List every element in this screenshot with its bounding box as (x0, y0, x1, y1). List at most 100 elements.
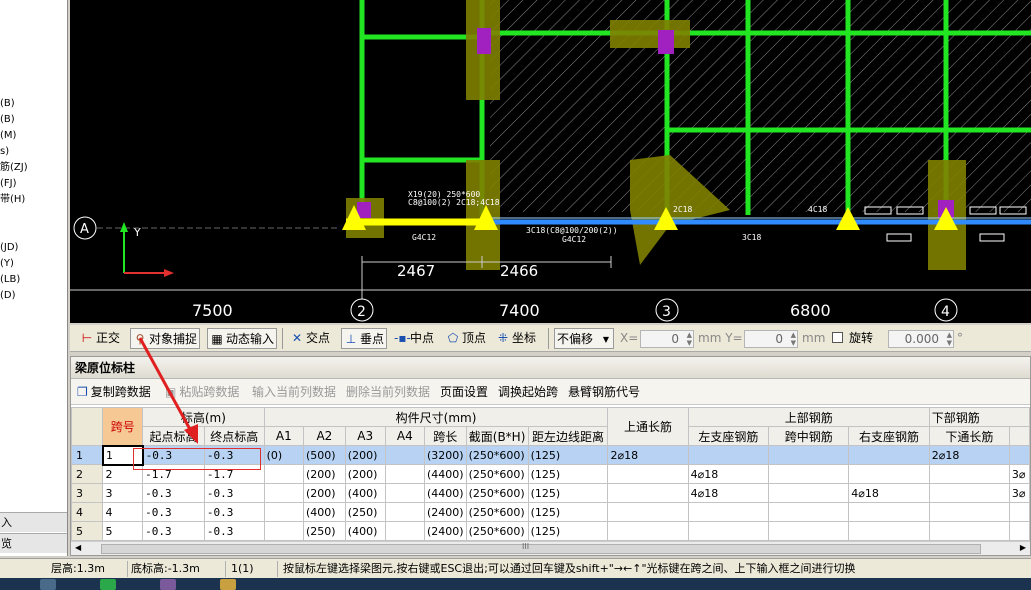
cell-section[interactable]: (250*600) (465, 445, 529, 465)
span-data-grid[interactable]: 跨号 标高(m) 构件尺寸(mm) 上通长筋 上部钢筋 下部钢筋 起点标高 终点… (71, 407, 1030, 541)
cell-top-through[interactable]: 2⌀18 (607, 445, 689, 465)
cell-right-support[interactable] (848, 445, 930, 465)
table-row[interactable]: 4 4 -0.3 -0.3 (400) (250) (2400) (250*60… (71, 502, 1030, 522)
cell-a3[interactable]: (400) (344, 521, 386, 541)
cell-bottom-through[interactable]: 2⌀18 (928, 445, 1010, 465)
cad-drawing-view[interactable]: X19(20) 250*600 C8@100(2) 2C18;4C18 G4C1… (70, 0, 1031, 323)
cell-span[interactable]: 1 (101, 444, 144, 466)
cell-length[interactable]: (3200) (424, 445, 467, 465)
cell-span[interactable]: 4 (102, 502, 144, 522)
cell-extra[interactable]: 3⌀ (1008, 483, 1030, 503)
ortho-button[interactable]: ⊢ 正交 (78, 328, 122, 349)
cell-left-support[interactable] (687, 521, 770, 541)
rotate-checkbox[interactable]: 旋转 (830, 328, 875, 349)
cell-top-through[interactable] (607, 521, 689, 541)
cell-a3[interactable]: (400) (344, 483, 386, 503)
cell-right-support[interactable] (848, 502, 930, 522)
left-item[interactable]: (FJ) (0, 178, 17, 190)
cell-section[interactable]: (250*600) (465, 464, 529, 484)
taskbar-app-icon[interactable] (160, 579, 176, 590)
cell-extra[interactable] (1008, 445, 1030, 465)
y-input[interactable]: 0 ▲ ▼ (744, 330, 798, 348)
table-row[interactable]: 1 1 -0.3 -0.3 (0) (500) (200) (3200) (25… (71, 444, 1030, 466)
x-input[interactable]: 0 ▲ ▼ (640, 330, 694, 348)
midpoint-button[interactable]: -▪-中点 (392, 328, 436, 349)
taskbar-app-icon[interactable] (220, 579, 236, 590)
cell-a1[interactable] (263, 483, 305, 503)
input-column-button[interactable]: 输入当前列数据 (252, 383, 336, 401)
paste-span-button[interactable]: ▣ 粘贴跨数据 (165, 383, 239, 401)
cell-a2[interactable]: (500) (303, 445, 346, 465)
cell-section[interactable]: (250*600) (465, 483, 529, 503)
table-row[interactable]: 5 5 -0.3 -0.3 (250) (400) (2400) (250*60… (71, 521, 1030, 541)
table-row[interactable]: 2 2 -1.7 -1.7 (200) (200) (4400) (250*60… (71, 464, 1030, 484)
left-item[interactable]: (LB) (0, 274, 20, 286)
vertex-button[interactable]: ⬠ 顶点 (444, 328, 488, 349)
cell-length[interactable]: (2400) (424, 502, 467, 522)
cell-distance[interactable]: (125) (527, 502, 609, 522)
cell-distance[interactable]: (125) (527, 521, 609, 541)
left-item[interactable]: (M) (0, 130, 16, 142)
cell-span[interactable]: 3 (102, 483, 144, 503)
cell-bottom-through[interactable] (928, 521, 1010, 541)
cell-a2[interactable]: (250) (303, 521, 346, 541)
left-bottom-item[interactable]: 入 (0, 512, 67, 532)
cell-a3[interactable]: (200) (344, 464, 386, 484)
cell-length[interactable]: (4400) (424, 483, 467, 503)
left-item[interactable]: (JD) (0, 242, 18, 254)
cell-section[interactable]: (250*600) (465, 502, 529, 522)
cell-bottom-through[interactable] (928, 483, 1010, 503)
cell-top-through[interactable] (607, 483, 689, 503)
cell-mid[interactable] (768, 521, 850, 541)
cell-start-elev[interactable]: -0.3 (142, 502, 205, 522)
cell-start-elev[interactable]: -0.3 (142, 445, 205, 465)
horizontal-scrollbar[interactable]: ◀ III ▶ (71, 541, 1030, 555)
cell-section[interactable]: (250*600) (465, 521, 529, 541)
cell-mid[interactable] (768, 502, 850, 522)
coordinate-button[interactable]: ⁜ 坐标 (494, 328, 538, 349)
cell-mid[interactable] (768, 445, 850, 465)
cell-end-elev[interactable]: -1.7 (203, 464, 265, 484)
cell-distance[interactable]: (125) (527, 445, 609, 465)
cell-a2[interactable]: (400) (303, 502, 346, 522)
scroll-right-icon[interactable]: ▶ (1020, 543, 1026, 552)
cell-end-elev[interactable]: -0.3 (203, 521, 265, 541)
cell-bottom-through[interactable] (928, 464, 1010, 484)
copy-span-button[interactable]: ❐ 复制跨数据 (77, 383, 151, 401)
cell-a1[interactable] (263, 521, 305, 541)
scroll-left-icon[interactable]: ◀ (75, 543, 81, 552)
cell-mid[interactable] (768, 483, 850, 503)
cell-a4[interactable] (384, 464, 426, 484)
cell-distance[interactable]: (125) (527, 483, 609, 503)
cell-mid[interactable] (768, 464, 850, 484)
rotate-input[interactable]: 0.000 ▲ ▼ (888, 330, 954, 348)
intersection-button[interactable]: ✕ 交点 (288, 328, 332, 349)
cell-left-support[interactable] (687, 445, 770, 465)
cell-span[interactable]: 5 (102, 521, 144, 541)
left-item[interactable]: s) (0, 146, 9, 158)
cell-right-support[interactable] (848, 521, 930, 541)
swap-start-span-button[interactable]: 调换起始跨 (498, 383, 558, 401)
cell-top-through[interactable] (607, 464, 689, 484)
cell-left-support[interactable] (687, 502, 770, 522)
object-snap-button[interactable]: ⚲ 对象捕捉 (130, 328, 201, 349)
cell-a4[interactable] (384, 502, 426, 522)
cell-a3[interactable]: (250) (344, 502, 386, 522)
cell-right-support[interactable]: 4⌀18 (848, 483, 930, 503)
cell-start-elev[interactable]: -0.3 (142, 483, 205, 503)
cell-extra[interactable] (1008, 502, 1030, 522)
cell-top-through[interactable] (607, 502, 689, 522)
cell-span[interactable]: 2 (102, 464, 144, 484)
cell-end-elev[interactable]: -0.3 (203, 483, 265, 503)
cell-a4[interactable] (384, 521, 426, 541)
taskbar-app-icon[interactable] (100, 579, 116, 590)
left-item[interactable]: (Y) (0, 258, 14, 270)
cell-a1[interactable] (263, 502, 305, 522)
page-setup-button[interactable]: 页面设置 (440, 383, 488, 401)
cell-end-elev[interactable]: -0.3 (203, 445, 265, 465)
cell-a2[interactable]: (200) (303, 483, 346, 503)
cell-a2[interactable]: (200) (303, 464, 346, 484)
cell-start-elev[interactable]: -1.7 (142, 464, 205, 484)
cell-extra[interactable] (1008, 521, 1030, 541)
cell-start-elev[interactable]: -0.3 (142, 521, 205, 541)
